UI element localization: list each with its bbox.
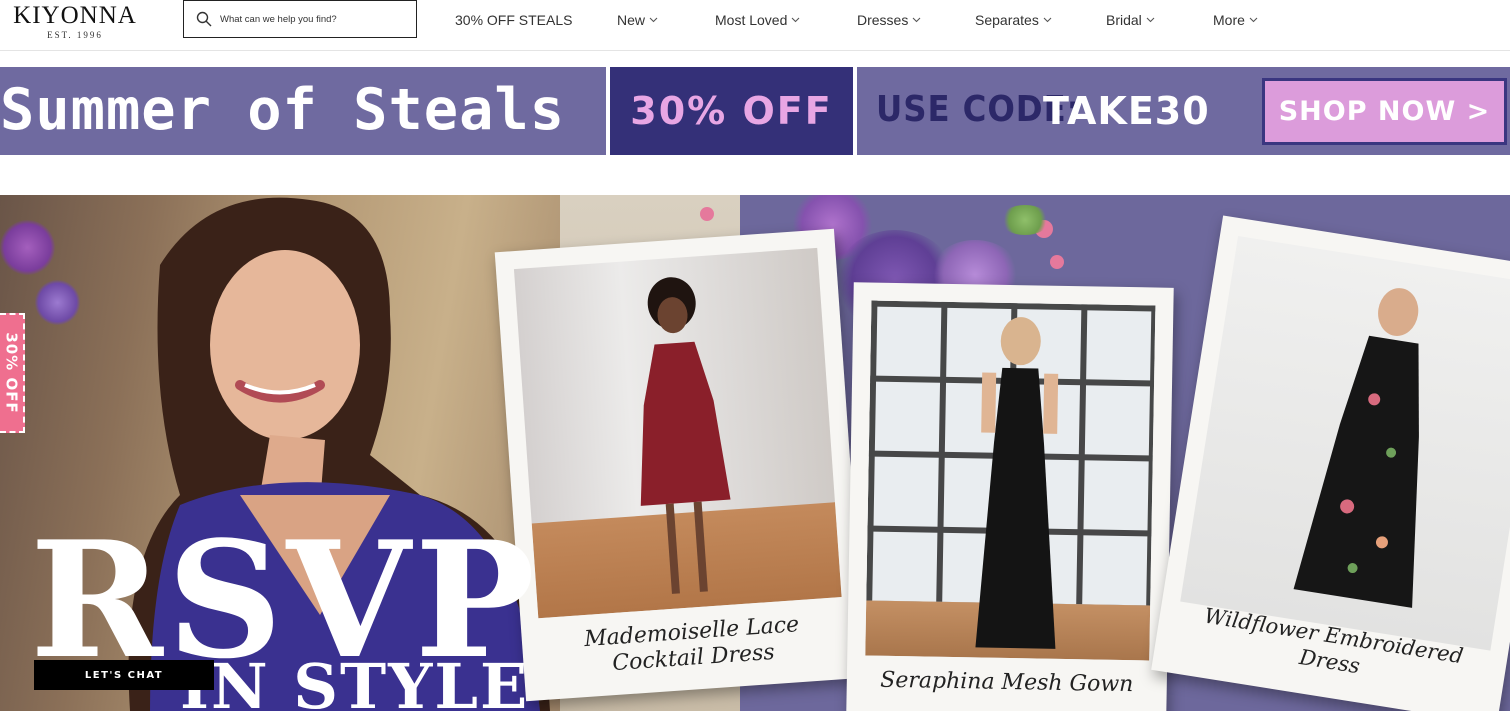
- lets-chat-button[interactable]: LET'S CHAT: [34, 660, 214, 690]
- nav-label: New: [617, 12, 646, 28]
- site-header: KIYONNA EST. 1996 30% OFF STEALS New Mos…: [0, 0, 1510, 51]
- site-logo[interactable]: KIYONNA EST. 1996: [0, 3, 150, 41]
- search-box[interactable]: [183, 0, 417, 38]
- product-photo: [513, 247, 842, 619]
- chevron-down-icon: [1249, 17, 1258, 23]
- product-photo: [1180, 236, 1510, 651]
- product-card-mademoiselle[interactable]: Mademoiselle Lace Cocktail Dress: [494, 228, 866, 702]
- nav-label: Most Loved: [715, 12, 788, 28]
- chat-label: LET'S CHAT: [84, 669, 164, 681]
- search-input[interactable]: [220, 13, 410, 25]
- search-icon[interactable]: [196, 11, 212, 27]
- nav-label: Separates: [975, 12, 1039, 28]
- product-card-seraphina[interactable]: Seraphina Mesh Gown: [846, 282, 1174, 711]
- hero-subheadline: IN STYLE: [180, 650, 530, 711]
- chevron-down-icon: [791, 17, 800, 23]
- nav-item-new[interactable]: New: [617, 10, 658, 30]
- dress-figure-black: [975, 317, 1059, 649]
- logo-tagline: EST. 1996: [47, 30, 103, 40]
- chevron-down-icon: [1043, 17, 1052, 23]
- promo-discount-panel: 30% OFF: [610, 67, 853, 155]
- chevron-down-icon: [649, 17, 658, 23]
- nav-item-30-off-steals[interactable]: 30% OFF STEALS: [455, 10, 572, 30]
- dress-figure-floral: [1293, 288, 1419, 608]
- promo-code: TAKE30: [1043, 89, 1210, 133]
- product-photo: [865, 300, 1156, 661]
- promo-code-panel: USE CODE: TAKE30 SHOP NOW >: [857, 67, 1510, 155]
- flower-decoration: [700, 207, 714, 221]
- promo-banner[interactable]: Summer of Steals 30% OFF USE CODE: TAKE3…: [0, 67, 1510, 155]
- shop-now-label: SHOP NOW >: [1278, 96, 1491, 127]
- flower-decoration: [35, 280, 80, 325]
- nav-label: Bridal: [1106, 12, 1142, 28]
- chevron-down-icon: [1146, 17, 1155, 23]
- nav-item-dresses[interactable]: Dresses: [857, 10, 921, 30]
- nav-item-separates[interactable]: Separates: [975, 10, 1052, 30]
- promo-title: Summer of Steals: [0, 77, 566, 143]
- side-promo-tab[interactable]: 30% OFF: [0, 313, 25, 433]
- nav-item-most-loved[interactable]: Most Loved: [715, 10, 800, 30]
- nav-item-more[interactable]: More: [1213, 10, 1258, 30]
- nav-label: More: [1213, 12, 1245, 28]
- hero-banner[interactable]: Mademoiselle Lace Cocktail Dress Seraphi…: [0, 195, 1510, 711]
- nav-label: 30% OFF STEALS: [455, 12, 573, 28]
- flower-decoration: [1000, 205, 1050, 235]
- product-caption: Mademoiselle Lace Cocktail Dress: [521, 608, 864, 684]
- flower-decoration: [0, 220, 55, 275]
- product-caption: Seraphina Mesh Gown: [847, 667, 1167, 699]
- product-caption-line: Seraphina Mesh Gown: [880, 667, 1134, 698]
- nav-item-bridal[interactable]: Bridal: [1106, 10, 1155, 30]
- chevron-down-icon: [912, 17, 921, 23]
- shop-now-button[interactable]: SHOP NOW >: [1262, 78, 1507, 145]
- dress-figure-red: [640, 277, 731, 594]
- promo-discount: 30% OFF: [630, 89, 833, 133]
- logo-wordmark: KIYONNA: [13, 2, 137, 29]
- nav-label: Dresses: [857, 12, 909, 28]
- promo-title-panel: Summer of Steals: [0, 67, 606, 155]
- side-tab-label: 30% OFF: [2, 332, 21, 414]
- flower-decoration: [1050, 255, 1064, 269]
